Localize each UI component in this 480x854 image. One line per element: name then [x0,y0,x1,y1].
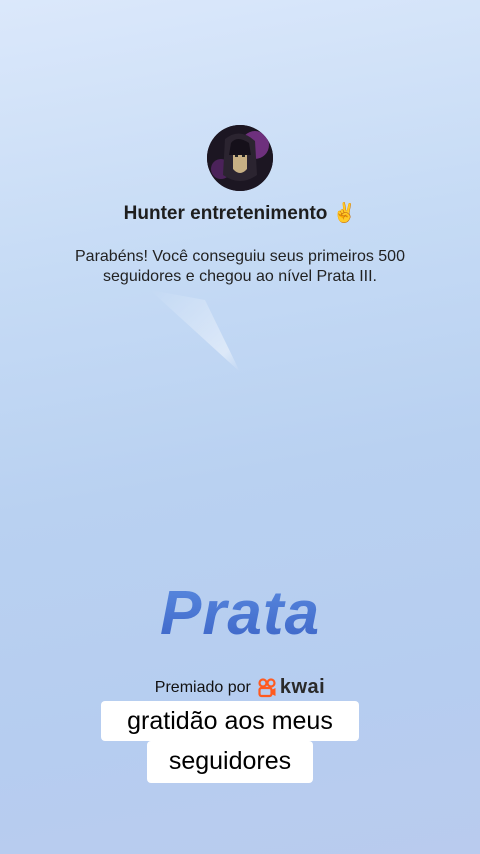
kwai-logo: kwai [257,676,325,699]
kwai-logo-icon [258,677,276,697]
avatar-image [207,125,273,191]
kwai-wordmark: kwai [279,676,326,698]
caption-line-1: gratidão aos meus [101,701,359,741]
tier-title: Prata [0,578,480,649]
sponsor-line: Premiado por kwai [0,676,480,699]
achievement-message: Parabéns! Você conseguiu seus primeiros … [75,248,405,285]
profile-avatar[interactable] [207,125,273,191]
caption-line-2: seguidores [147,741,313,783]
sponsor-label: Premiado por [154,678,251,696]
profile-name: Hunter entretenimento ✌️ [123,203,357,224]
